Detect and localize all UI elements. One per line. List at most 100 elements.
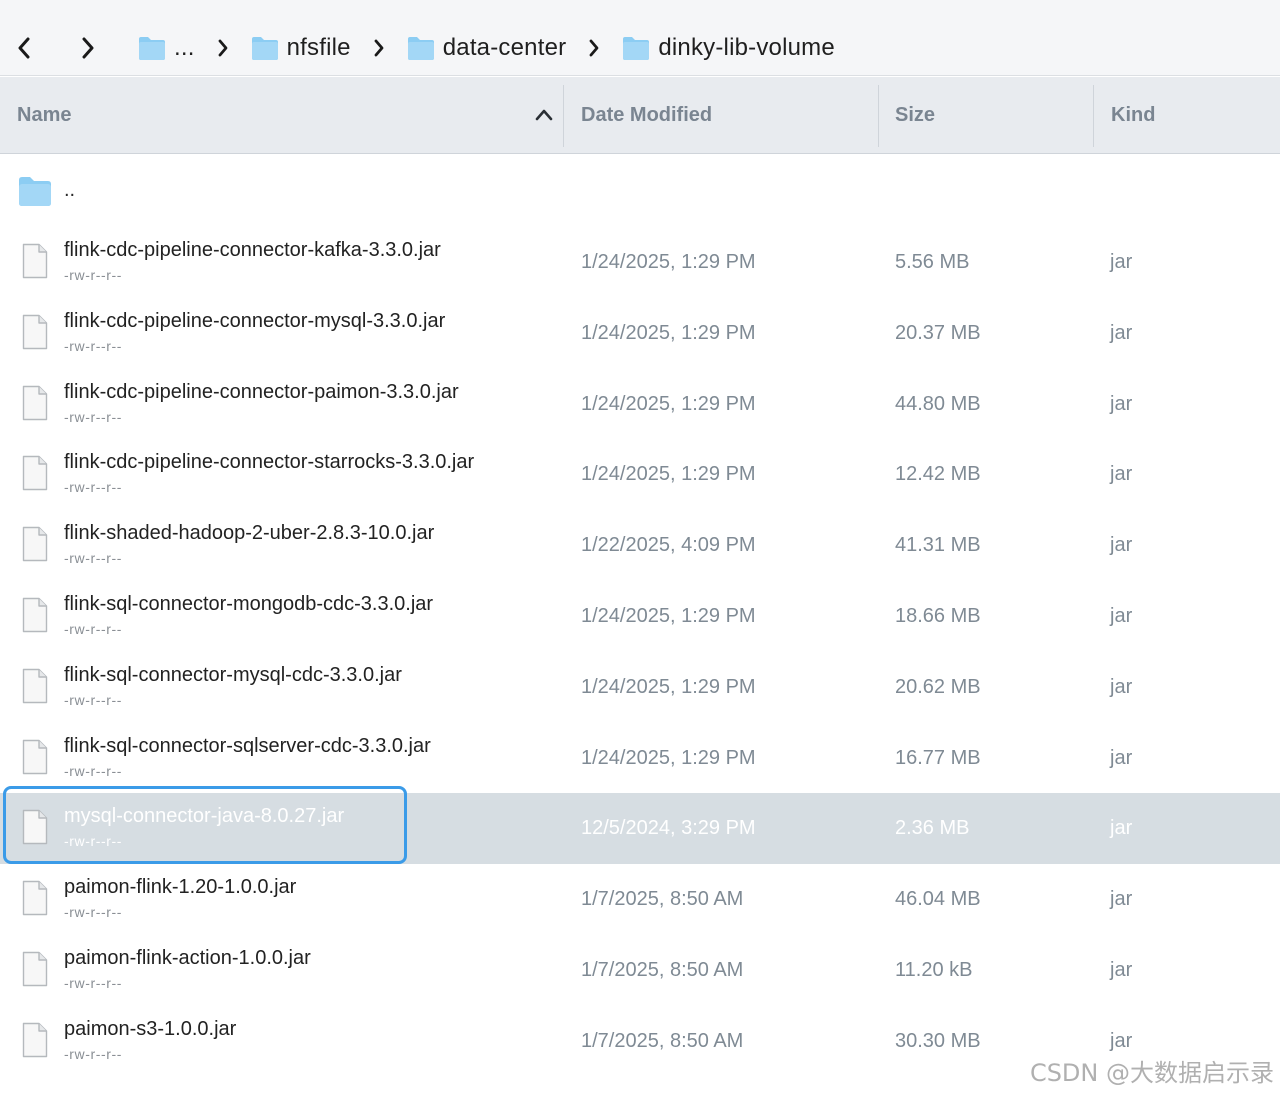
file-permissions: -rw-r--r--: [64, 1045, 123, 1062]
file-row[interactable]: paimon-flink-1.20-1.0.0.jar -rw-r--r-- 1/7…: [0, 864, 1280, 935]
file-kind: jar: [1110, 321, 1133, 344]
parent-directory-row[interactable]: ..: [0, 155, 1280, 227]
breadcrumb-label: ...: [174, 34, 195, 61]
breadcrumb-item-dinky-lib-volume[interactable]: dinky-lib-volume: [622, 34, 835, 62]
file-permissions: -rw-r--r--: [64, 267, 123, 283]
file-name: flink-cdc-pipeline-connector-starrocks-3…: [64, 451, 475, 474]
file-date-modified: 1/24/2025, 1:29 PM: [581, 392, 756, 415]
file-date-modified: 1/7/2025, 8:50 AM: [581, 1029, 744, 1052]
file-permissions: -rw-r--r--: [64, 691, 123, 708]
file-permissions: -rw-r--r--: [64, 337, 123, 354]
file-size: 2.36 MB: [895, 817, 970, 840]
column-name[interactable]: Name: [17, 77, 71, 153]
file-row[interactable]: flink-sql-connector-mongodb-cdc-3.3.0.ja…: [0, 581, 1280, 652]
file-permissions: -rw-r--r--: [64, 408, 123, 425]
file-row[interactable]: flink-cdc-pipeline-connector-starrocks-3…: [0, 439, 1280, 510]
file-size: 30.30 MB: [895, 1029, 981, 1052]
file-date-modified: 1/24/2025, 1:29 PM: [581, 675, 756, 698]
file-name: paimon-s3-1.0.0.jar: [64, 1017, 237, 1040]
file-kind: jar: [1110, 604, 1133, 627]
file-date-modified: 1/24/2025, 1:29 PM: [581, 746, 756, 769]
file-date-modified: 1/7/2025, 8:50 AM: [581, 888, 744, 911]
breadcrumb-label: dinky-lib-volume: [658, 34, 835, 61]
file-icon: [22, 597, 48, 633]
file-name: flink-sql-connector-mysql-cdc-3.3.0.jar: [64, 663, 402, 686]
file-permissions: -rw-r--r--: [64, 550, 123, 567]
file-name: flink-shaded-hadoop-2-uber-2.8.3-10.0.ja…: [64, 522, 435, 545]
breadcrumb-item-data-center[interactable]: data-center: [407, 34, 567, 62]
file-kind: jar: [1110, 958, 1133, 981]
file-row[interactable]: paimon-flink-action-1.0.0.jar -rw-r--r-- 1…: [0, 935, 1280, 1006]
file-name: paimon-flink-1.20-1.0.0.jar: [64, 876, 297, 899]
file-kind: jar: [1110, 251, 1133, 273]
file-icon: [22, 243, 48, 279]
column-kind[interactable]: Kind: [1111, 77, 1155, 153]
file-row[interactable]: flink-cdc-pipeline-connector-mysql-3.3.0…: [0, 298, 1280, 369]
file-name: flink-sql-connector-sqlserver-cdc-3.3.0.…: [64, 734, 431, 757]
file-size: 41.31 MB: [895, 534, 981, 557]
breadcrumb-item-nfsfile[interactable]: nfsfile: [251, 34, 351, 62]
file-size: 20.62 MB: [895, 675, 981, 698]
file-icon: [22, 385, 48, 420]
toolbar: ... nfsfile data-center dinky-lib-volume: [0, 0, 1280, 76]
folder-icon: [623, 37, 650, 60]
file-kind: jar: [1110, 392, 1133, 415]
file-date-modified: 1/24/2025, 1:29 PM: [581, 251, 756, 273]
file-row[interactable]: flink-cdc-pipeline-connector-kafka-3.3.0…: [0, 227, 1280, 298]
chevron-right-icon: [588, 38, 600, 58]
file-kind: jar: [1110, 746, 1133, 769]
file-row[interactable]: mysql-connector-java-8.0.27.jar -rw-r--r-…: [0, 786, 1280, 865]
column-divider[interactable]: [563, 85, 564, 147]
chevron-right-icon: [373, 38, 385, 58]
file-kind: jar: [1110, 534, 1133, 557]
folder-icon: [407, 37, 434, 60]
file-permissions: -rw-r--r--: [64, 479, 123, 496]
file-row[interactable]: flink-cdc-pipeline-connector-paimon-3.3.…: [0, 369, 1280, 440]
breadcrumb-item-ellipsis[interactable]: ...: [138, 34, 195, 62]
file-size: 20.37 MB: [895, 321, 981, 344]
file-size: 11.20 kB: [895, 958, 973, 981]
file-row[interactable]: flink-sql-connector-sqlserver-cdc-3.3.0.…: [0, 723, 1280, 794]
file-permissions: -rw-r--r--: [64, 833, 123, 850]
file-icon: [22, 668, 48, 703]
breadcrumb: ... nfsfile data-center dinky-lib-volume: [138, 28, 835, 68]
chevron-right-icon: [217, 38, 229, 58]
file-name: mysql-connector-java-8.0.27.jar: [64, 805, 345, 828]
breadcrumb-label: nfsfile: [286, 34, 351, 61]
file-icon: [22, 456, 48, 491]
breadcrumb-label: data-center: [442, 34, 567, 61]
chevron-right-icon: [82, 37, 94, 59]
file-icon: [22, 526, 48, 562]
file-name: paimon-flink-action-1.0.0.jar: [64, 946, 311, 969]
file-kind: jar: [1110, 463, 1133, 486]
chevron-left-icon: [18, 37, 30, 59]
file-row[interactable]: flink-shaded-hadoop-2-uber-2.8.3-10.0.ja…: [0, 510, 1280, 581]
column-date-modified[interactable]: Date Modified: [581, 77, 712, 153]
file-name: flink-cdc-pipeline-connector-kafka-3.3.0…: [64, 239, 441, 261]
file-icon: [22, 810, 48, 845]
file-size: 46.04 MB: [895, 888, 981, 911]
file-list: .. flink-cdc-pipeline-connector-kafka-3.…: [0, 155, 1280, 1077]
file-icon: [22, 880, 48, 916]
file-kind: jar: [1110, 675, 1133, 698]
file-size: 18.66 MB: [895, 604, 981, 627]
file-permissions: -rw-r--r--: [64, 974, 123, 991]
column-divider[interactable]: [1093, 85, 1094, 147]
file-permissions: -rw-r--r--: [64, 904, 123, 921]
file-row[interactable]: flink-sql-connector-mysql-cdc-3.3.0.jar -…: [0, 652, 1280, 723]
file-icon: [22, 951, 48, 987]
file-size: 16.77 MB: [895, 746, 981, 769]
file-icon: [22, 739, 48, 774]
file-kind: jar: [1110, 1029, 1133, 1052]
sort-ascending-icon[interactable]: [534, 105, 554, 125]
column-size[interactable]: Size: [895, 77, 935, 153]
folder-icon: [251, 37, 278, 60]
column-divider[interactable]: [878, 85, 879, 147]
column-header: Name Date Modified Size Kind: [0, 77, 1280, 154]
file-kind: jar: [1110, 888, 1133, 911]
file-icon: [22, 1022, 48, 1057]
back-button[interactable]: [12, 30, 36, 66]
parent-directory-label: ..: [64, 179, 76, 201]
forward-button[interactable]: [76, 30, 100, 66]
file-name: flink-sql-connector-mongodb-cdc-3.3.0.ja…: [64, 592, 434, 615]
